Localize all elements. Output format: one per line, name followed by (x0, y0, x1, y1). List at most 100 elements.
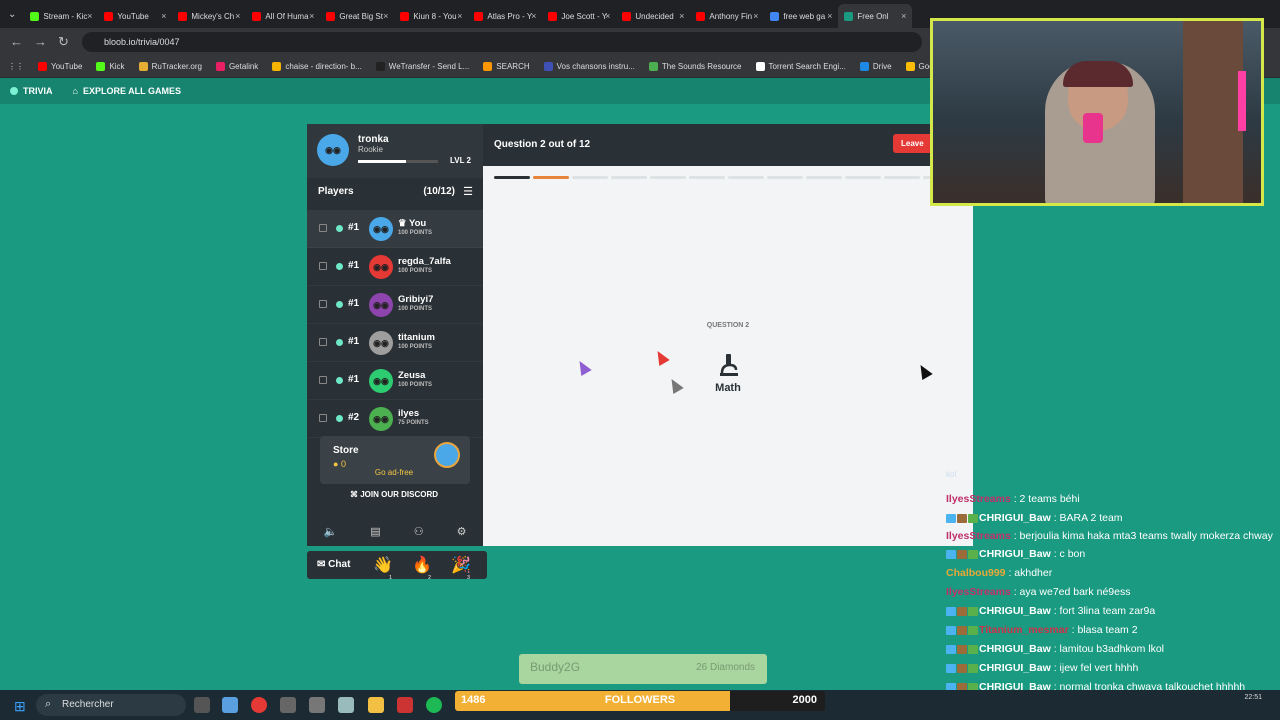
task-view-icon[interactable] (194, 697, 210, 713)
close-tab-icon[interactable]: × (605, 11, 610, 21)
rules-icon[interactable]: ▤ (370, 525, 380, 538)
avatar[interactable]: ◉◉ (317, 134, 349, 166)
tab-favicon-icon (844, 11, 854, 21)
chat-username[interactable]: CHRIGUI_Baw (979, 662, 1051, 674)
players-icon[interactable]: ⚇ (414, 525, 424, 538)
player-avatar: ◉◉ (369, 407, 393, 431)
player-points: 100 POINTS (398, 230, 433, 236)
emote-button[interactable]: 👋 1 (373, 555, 393, 581)
bookmark-item[interactable]: Torrent Search Engi... (755, 62, 846, 71)
chat-button[interactable]: ✉ Chat (317, 559, 350, 570)
bookmark-item[interactable]: Drive (859, 62, 892, 71)
chat-username[interactable]: Chalbou999 (946, 567, 1006, 579)
player-row[interactable]: #1 ◉◉ titanium 100 POINTS (307, 324, 483, 362)
close-tab-icon[interactable]: × (901, 11, 906, 21)
browser-tab[interactable]: YouTube × (98, 4, 172, 28)
spotify-icon[interactable] (426, 697, 442, 713)
browser-tab[interactable]: Kiun 8 - You × (394, 4, 468, 28)
back-icon[interactable]: ← (10, 34, 23, 49)
player-row[interactable]: #1 ◉◉ ♛ You 100 POINTS (307, 210, 483, 248)
mute-player-checkbox[interactable] (319, 414, 327, 422)
chat-username[interactable]: CHRIGUI_Baw (979, 548, 1051, 560)
player-row[interactable]: #1 ◉◉ Zeusa 100 POINTS (307, 362, 483, 400)
mute-player-checkbox[interactable] (319, 376, 327, 384)
trivia-link[interactable]: TRIVIA (10, 86, 53, 96)
chat-username[interactable]: CHRIGUI_Baw (979, 605, 1051, 617)
player-rank: #1 (348, 260, 360, 271)
app-icon[interactable] (338, 697, 354, 713)
chat-username[interactable]: Titanium_mesmar (979, 624, 1069, 636)
close-tab-icon[interactable]: × (457, 11, 462, 21)
tab-search-icon[interactable]: ⌄ (0, 9, 24, 20)
browser-tab[interactable]: Mickey's Ch × (172, 4, 246, 28)
close-tab-icon[interactable]: × (309, 11, 314, 21)
mute-player-checkbox[interactable] (319, 338, 327, 346)
chat-username[interactable]: IlyesStreams (946, 586, 1011, 598)
browser-tab[interactable]: Great Big St × (320, 4, 394, 28)
browser-tab[interactable]: Atlas Pro - Y × (468, 4, 542, 28)
emote-button[interactable]: 🔥 2 (412, 555, 432, 581)
question-area: Question 2 out of 12 Leave QUESTION 2 Ma… (483, 124, 973, 546)
browser-tab[interactable]: Anthony Fin × (690, 4, 764, 28)
close-tab-icon[interactable]: × (235, 11, 240, 21)
followers-goal: 2000 (792, 694, 817, 706)
explore-games-link[interactable]: ⌂ EXPLORE ALL GAMES (73, 86, 181, 96)
weather-icon[interactable] (222, 697, 238, 713)
bookmark-item[interactable]: Kick (96, 62, 125, 71)
apps-icon[interactable]: ⋮⋮ (8, 62, 24, 71)
bookmark-item[interactable]: YouTube (38, 62, 82, 71)
chat-username[interactable]: CHRIGUI_Baw (979, 643, 1051, 655)
player-row[interactable]: #1 ◉◉ Gribiyi7 100 POINTS (307, 286, 483, 324)
sound-icon[interactable]: 🔈 (324, 525, 338, 538)
bookmark-item[interactable]: SEARCH (483, 62, 530, 71)
file-explorer-icon[interactable] (368, 697, 384, 713)
bookmark-item[interactable]: chaise - direction- b... (272, 62, 362, 71)
reload-icon[interactable]: ↻ (58, 34, 69, 50)
taskbar-search[interactable]: ⌕ Rechercher (36, 694, 186, 716)
mute-player-checkbox[interactable] (319, 224, 327, 232)
bookmark-item[interactable]: The Sounds Resource (648, 62, 742, 71)
opera-icon[interactable] (251, 697, 267, 713)
close-tab-icon[interactable]: × (753, 11, 758, 21)
browser-tab[interactable]: Free Onl × (838, 4, 913, 28)
player-row[interactable]: #2 ◉◉ ilyes 75 POINTS (307, 400, 483, 438)
close-tab-icon[interactable]: × (161, 11, 166, 21)
bookmark-item[interactable]: RuTracker.org (138, 62, 202, 71)
chat-message: IlyesStreams : berjoulia kima haka mta3 … (946, 528, 1276, 545)
browser-tab[interactable]: Undecided × (616, 4, 690, 28)
browser-tab[interactable]: Stream - Kic × (24, 4, 98, 28)
player-row[interactable]: #1 ◉◉ regda_7alfa 100 POINTS (307, 248, 483, 286)
chat-username[interactable]: CHRIGUI_Baw (979, 512, 1051, 524)
close-tab-icon[interactable]: × (679, 11, 684, 21)
online-status-icon (336, 263, 343, 270)
bookmark-item[interactable]: WeTransfer - Send L... (375, 62, 469, 71)
bookmark-favicon-icon (859, 62, 869, 71)
forward-icon[interactable]: → (34, 34, 47, 49)
windows-start-icon[interactable]: ⊞ (14, 698, 26, 715)
app-icon[interactable] (309, 697, 325, 713)
close-tab-icon[interactable]: × (827, 11, 832, 21)
browser-tab[interactable]: free web ga × (764, 4, 838, 28)
close-tab-icon[interactable]: × (383, 11, 388, 21)
go-ad-free-button[interactable]: Go ad-free (368, 466, 420, 480)
app-icon[interactable] (280, 697, 296, 713)
browser-tab[interactable]: Joe Scott - Y × (542, 4, 616, 28)
chat-username[interactable]: IlyesStreams (946, 530, 1011, 542)
emote-button[interactable]: 🎉 3 (451, 555, 471, 581)
close-tab-icon[interactable]: × (531, 11, 536, 21)
mute-player-checkbox[interactable] (319, 300, 327, 308)
mute-player-checkbox[interactable] (319, 262, 327, 270)
browser-tab[interactable]: All Of Huma × (246, 4, 320, 28)
tab-label: free web ga (783, 11, 826, 21)
bookmark-item[interactable]: Getalink (215, 62, 258, 71)
donation-amount: 26 Diamonds (696, 662, 755, 673)
settings-icon[interactable]: ⚙ (457, 525, 467, 538)
leave-button[interactable]: Leave (893, 134, 933, 153)
filter-icon[interactable]: ☰ (463, 185, 473, 198)
join-discord-button[interactable]: ⌘ JOIN OUR DISCORD (344, 488, 444, 502)
bookmark-item[interactable]: Vos chansons instru... (543, 62, 635, 71)
close-tab-icon[interactable]: × (87, 11, 92, 21)
app-icon[interactable] (397, 697, 413, 713)
chat-username[interactable]: IlyesStreams (946, 493, 1011, 505)
address-bar[interactable]: bloob.io/trivia/0047 (82, 32, 922, 52)
